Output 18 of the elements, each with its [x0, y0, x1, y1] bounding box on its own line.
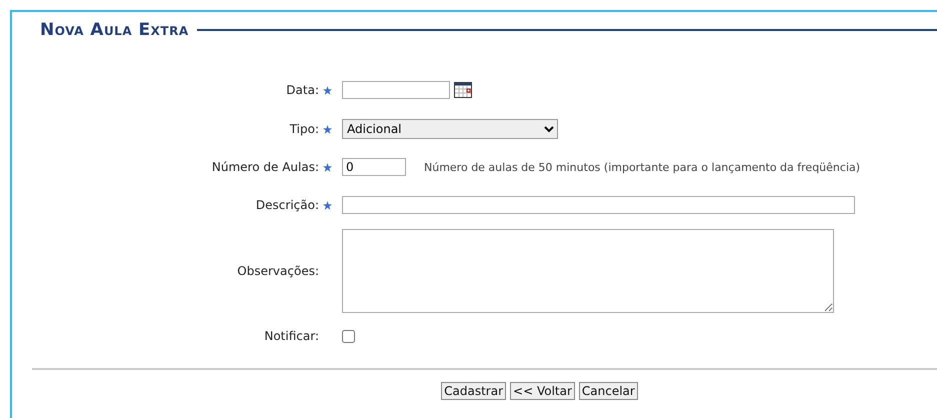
- hint-text: Número de aulas de 50 minutos (importante para o lançamento da freqüência): [424, 160, 860, 174]
- notify-checkbox[interactable]: [342, 330, 355, 342]
- form-button[interactable]: << Voltar: [510, 382, 575, 400]
- notes-field[interactable]: [342, 229, 834, 313]
- page-title: Nova Aula Extra: [40, 20, 189, 40]
- calendar-icon[interactable]: [454, 82, 472, 98]
- form-button[interactable]: Cancelar: [578, 382, 638, 400]
- form-button[interactable]: Cadastrar: [441, 382, 506, 400]
- description-field[interactable]: [342, 196, 855, 214]
- field-label: Descrição:: [256, 198, 319, 212]
- type-dropdown[interactable]: Adicional: [342, 119, 558, 139]
- date-field[interactable]: [342, 81, 450, 99]
- field-label: Número de Aulas:: [212, 160, 319, 174]
- number-field[interactable]: 0: [342, 158, 406, 176]
- field-label: Tipo:: [290, 122, 319, 136]
- field-label: Observações:: [237, 264, 319, 278]
- field-label: Notificar:: [264, 329, 319, 343]
- field-label: Data:: [286, 83, 319, 97]
